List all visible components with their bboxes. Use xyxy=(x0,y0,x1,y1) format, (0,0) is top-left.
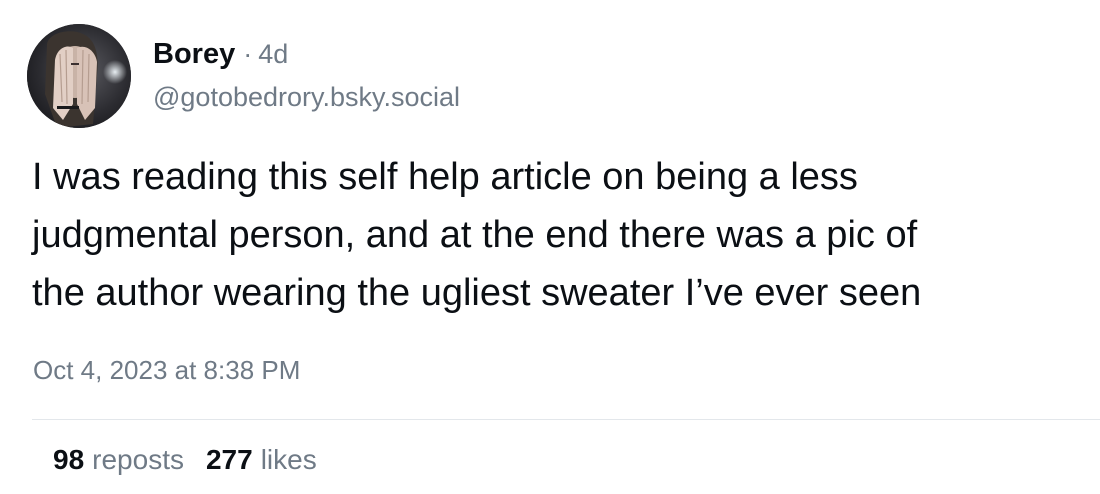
author-handle[interactable]: @gotobedrory.bsky.social xyxy=(153,82,460,113)
reposts-stat[interactable]: 98 reposts xyxy=(53,444,184,476)
post-text-line: the author wearing the ugliest sweater I… xyxy=(32,272,922,314)
divider xyxy=(32,419,1100,420)
author-line: Borey · 4d xyxy=(153,38,288,74)
avatar[interactable] xyxy=(27,24,131,128)
post-card: Borey · 4d @gotobedrory.bsky.social I wa… xyxy=(0,0,1100,494)
post-stats: 98 reposts 277 likes xyxy=(53,444,317,476)
post-text-line: judgmental person, and at the end there … xyxy=(32,214,918,256)
reposts-count: 98 xyxy=(53,444,85,475)
post-text-line: I was reading this self help article on … xyxy=(32,156,858,198)
avatar-image xyxy=(27,24,131,128)
relative-timestamp[interactable]: 4d xyxy=(258,39,288,70)
separator-dot: · xyxy=(243,39,253,69)
author-display-name[interactable]: Borey xyxy=(153,38,235,71)
likes-count: 277 xyxy=(205,444,253,475)
post-text: I was reading this self help article on … xyxy=(32,148,1092,322)
post-datetime: Oct 4, 2023 at 8:38 PM xyxy=(33,355,301,385)
reposts-label: reposts xyxy=(92,444,184,475)
likes-stat[interactable]: 277 likes xyxy=(206,444,317,476)
likes-label: likes xyxy=(260,444,317,475)
